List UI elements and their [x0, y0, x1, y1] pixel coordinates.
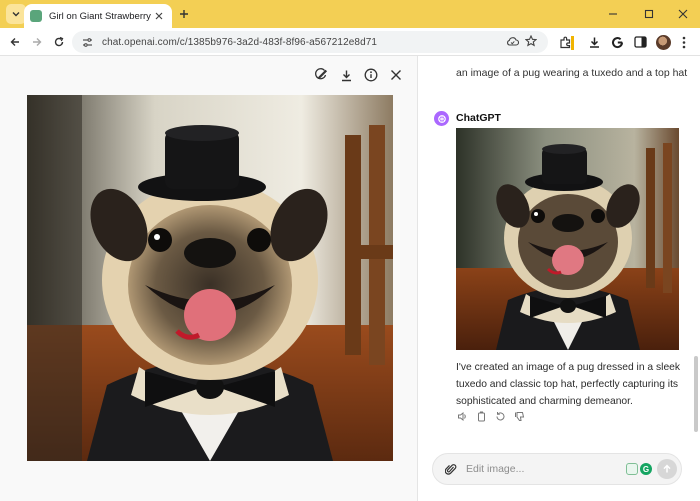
close-icon [391, 70, 401, 80]
chatgpt-favicon-icon [30, 10, 42, 22]
download-icon [341, 70, 351, 81]
browser-menu-icon[interactable] [674, 32, 694, 52]
grammarly-icon[interactable]: G [640, 463, 652, 475]
message-composer: G [432, 453, 682, 485]
profile-avatar[interactable] [653, 32, 673, 52]
tab-strip: Girl on Giant Strawberry [0, 0, 700, 28]
paperclip-icon[interactable] [444, 462, 458, 476]
browser-toolbar: chat.openai.com/c/1385b976-3a2d-483f-8f9… [0, 28, 700, 56]
minimize-button[interactable] [596, 0, 630, 28]
assistant-name: ChatGPT [456, 112, 501, 124]
arrow-up-icon [663, 464, 671, 473]
url-text: chat.openai.com/c/1385b976-3a2d-483f-8f9… [102, 36, 378, 48]
browser-tab[interactable]: Girl on Giant Strawberry [24, 4, 172, 28]
download-icon[interactable] [584, 32, 604, 52]
close-viewer-button[interactable] [387, 66, 405, 84]
side-panel-icon[interactable] [630, 32, 650, 52]
tab-title: Girl on Giant Strawberry [49, 10, 151, 22]
extension-shield-icon[interactable] [626, 463, 638, 475]
chatgpt-logo-icon [434, 111, 449, 126]
edit-image-input[interactable] [466, 460, 616, 478]
generated-image-thumbnail[interactable] [456, 128, 679, 350]
site-settings-icon[interactable] [82, 37, 93, 48]
address-bar[interactable]: chat.openai.com/c/1385b976-3a2d-483f-8f9… [72, 31, 548, 53]
plus-icon [180, 10, 188, 18]
extension-divider [570, 33, 574, 53]
reload-button[interactable] [49, 32, 69, 52]
copy-icon[interactable] [475, 410, 487, 422]
download-image-button[interactable] [337, 66, 355, 84]
generated-image-large [27, 95, 393, 461]
bookmark-star-icon[interactable] [522, 32, 540, 50]
edit-icon [315, 68, 328, 80]
forward-button[interactable] [27, 32, 47, 52]
image-viewer-panel [0, 56, 418, 501]
google-g-icon[interactable] [607, 32, 627, 52]
thumbs-down-icon[interactable] [513, 410, 525, 422]
reload-icon [54, 36, 64, 47]
arrow-left-icon [10, 38, 19, 46]
regenerate-icon[interactable] [494, 410, 506, 422]
chevron-down-icon [12, 12, 20, 17]
read-aloud-icon[interactable] [456, 410, 468, 422]
edit-image-button[interactable] [312, 66, 330, 84]
tab-close-icon[interactable] [152, 9, 166, 23]
arrow-right-icon [33, 38, 42, 46]
info-icon [364, 68, 378, 82]
avatar [655, 34, 671, 50]
chat-scrollbar[interactable] [694, 356, 698, 432]
image-info-button[interactable] [362, 66, 380, 84]
send-button[interactable] [657, 459, 677, 479]
user-message: an image of a pug wearing a tuxedo and a… [456, 67, 688, 79]
tab-search-button[interactable] [6, 4, 26, 24]
cloud-sync-icon[interactable] [503, 32, 521, 50]
close-window-button[interactable] [666, 0, 700, 28]
back-button[interactable] [5, 32, 25, 52]
new-tab-button[interactable] [175, 5, 193, 23]
maximize-button[interactable] [632, 0, 666, 28]
chat-panel: an image of a pug wearing a tuxedo and a… [419, 56, 700, 501]
assistant-reply: I've created an image of a pug dressed i… [456, 362, 681, 407]
message-actions [456, 410, 525, 422]
